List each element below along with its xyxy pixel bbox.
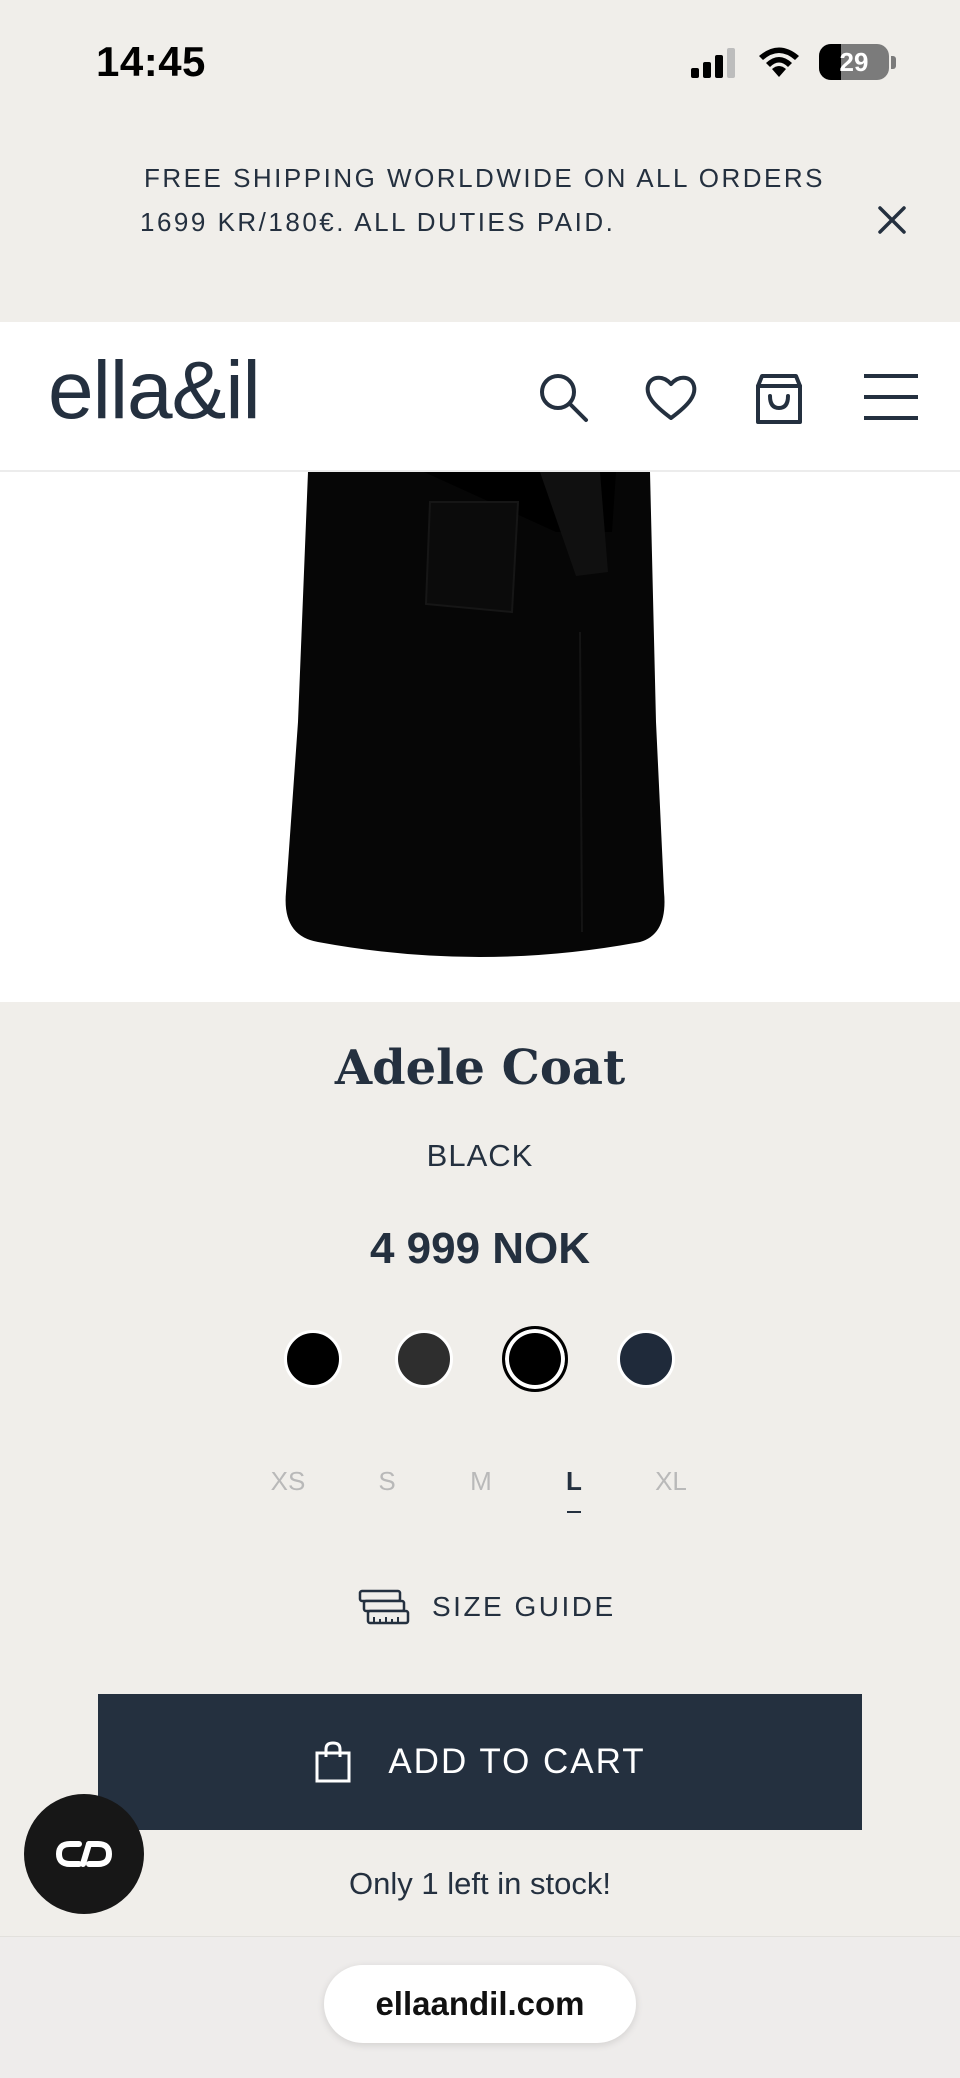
heart-icon[interactable] — [642, 368, 700, 426]
address-bar[interactable]: ellaandil.com — [324, 1965, 636, 2043]
battery-cap — [891, 55, 896, 69]
promo-line-2: 1699 KR/180€. ALL DUTIES PAID. — [140, 207, 616, 237]
color-swatch-3-selected[interactable] — [502, 1326, 568, 1392]
promo-text: FREE SHIPPING WORLDWIDE ON ALL ORDERS 16… — [140, 156, 840, 244]
size-option-s[interactable]: S — [357, 1466, 417, 1497]
size-guide-link[interactable]: SIZE GUIDE — [358, 1582, 616, 1632]
add-to-cart-button[interactable]: ADD TO CART — [98, 1694, 862, 1830]
promo-line-1: FREE SHIPPING WORLDWIDE ON ALL ORDERS — [144, 163, 825, 193]
chat-icon — [55, 1841, 113, 1867]
cellular-signal-icon — [691, 48, 735, 78]
size-guide-label: SIZE GUIDE — [432, 1591, 616, 1622]
browser-bottom-bar: ellaandil.com — [0, 1936, 960, 2078]
product-color-name: BLACK — [426, 1138, 534, 1173]
add-to-cart-label: ADD TO CART — [388, 1742, 646, 1781]
color-swatches — [0, 1326, 960, 1392]
brand-logo[interactable]: ella&il — [48, 344, 261, 438]
battery-icon: 29 — [819, 44, 889, 80]
ruler-icon — [358, 1589, 410, 1625]
size-option-l[interactable]: L — [544, 1466, 604, 1513]
status-time: 14:45 — [96, 38, 206, 85]
promo-banner: FREE SHIPPING WORLDWIDE ON ALL ORDERS 16… — [0, 128, 960, 322]
stock-notice: Only 1 left in stock! — [349, 1866, 611, 1901]
close-icon[interactable] — [872, 200, 912, 240]
status-bar: 14:45 29 — [0, 0, 960, 128]
shopping-bag-icon[interactable] — [750, 368, 808, 426]
color-swatch-2[interactable] — [395, 1330, 453, 1388]
size-option-xs[interactable]: XS — [258, 1466, 318, 1497]
product-image[interactable] — [0, 472, 960, 1002]
product-title: Adele Coat — [334, 1040, 626, 1096]
hamburger-menu-icon[interactable] — [862, 368, 920, 426]
status-icons: 29 — [691, 44, 896, 80]
shopping-bag-icon — [315, 1741, 351, 1783]
coat-image — [285, 472, 665, 957]
color-swatch-4[interactable] — [617, 1330, 675, 1388]
battery-level: 29 — [839, 46, 869, 77]
site-header: ella&il — [0, 322, 960, 472]
chat-button[interactable] — [24, 1794, 144, 1914]
color-swatch-1[interactable] — [284, 1330, 342, 1388]
wifi-icon — [759, 47, 799, 77]
size-option-m[interactable]: M — [451, 1466, 511, 1497]
size-selector: XS S M L XL — [0, 1466, 960, 1536]
size-option-xl[interactable]: XL — [641, 1466, 701, 1497]
product-price: 4 999 NOK — [369, 1224, 591, 1273]
search-icon[interactable] — [534, 368, 592, 426]
